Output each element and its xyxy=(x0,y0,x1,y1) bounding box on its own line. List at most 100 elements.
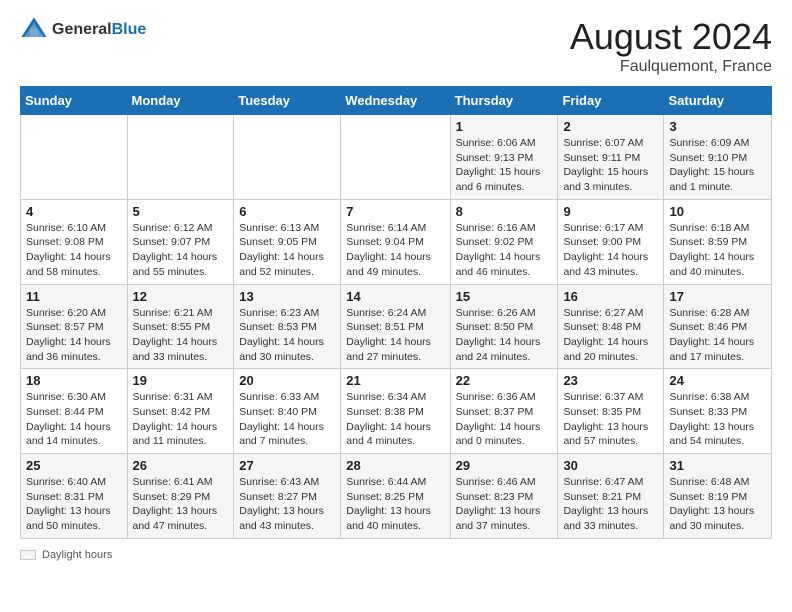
calendar-header-tuesday: Tuesday xyxy=(234,87,341,115)
day-info: Sunrise: 6:28 AM Sunset: 8:46 PM Dayligh… xyxy=(669,306,766,365)
calendar-cell: 4 Sunrise: 6:10 AM Sunset: 9:08 PM Daylig… xyxy=(21,199,128,284)
calendar-header-saturday: Saturday xyxy=(664,87,772,115)
calendar-cell: 7Sunrise: 6:14 AM Sunset: 9:04 PM Daylig… xyxy=(341,199,450,284)
day-number: 12 xyxy=(133,289,229,304)
day-number: 9 xyxy=(563,204,658,219)
logo: GeneralBlue xyxy=(20,16,146,44)
day-number: 25 xyxy=(26,458,122,473)
day-info: Sunrise: 6:12 AM Sunset: 9:07 PM Dayligh… xyxy=(133,221,229,280)
month-year: August 2024 xyxy=(570,16,772,58)
day-info: Sunrise: 6:41 AM Sunset: 8:29 PM Dayligh… xyxy=(133,475,229,534)
day-number: 3 xyxy=(669,119,766,134)
page-header: GeneralBlue August 2024 Faulquemont, Fra… xyxy=(20,16,772,76)
day-info: Sunrise: 6:31 AM Sunset: 8:42 PM Dayligh… xyxy=(133,390,229,449)
day-number: 6 xyxy=(239,204,335,219)
day-number: 22 xyxy=(456,373,553,388)
calendar-cell: 20 Sunrise: 6:33 AM Sunset: 8:40 PM Dayli… xyxy=(234,369,341,454)
calendar-cell: 31 Sunrise: 6:48 AM Sunset: 8:19 PM Dayli… xyxy=(664,454,772,539)
day-number: 23 xyxy=(563,373,658,388)
calendar-header-monday: Monday xyxy=(127,87,234,115)
calendar-cell: 18 Sunrise: 6:30 AM Sunset: 8:44 PM Dayli… xyxy=(21,369,128,454)
day-info: Sunrise: 6:48 AM Sunset: 8:19 PM Dayligh… xyxy=(669,475,766,534)
day-number: 16 xyxy=(563,289,658,304)
calendar-week-row: 18 Sunrise: 6:30 AM Sunset: 8:44 PM Dayli… xyxy=(21,369,772,454)
day-info: Sunrise: 6:36 AM Sunset: 8:37 PM Dayligh… xyxy=(456,390,553,449)
day-info: Sunrise: 6:17 AM Sunset: 9:00 PM Dayligh… xyxy=(563,221,658,280)
calendar-week-row: 1Sunrise: 6:06 AM Sunset: 9:13 PM Daylig… xyxy=(21,115,772,200)
calendar-cell: 14 Sunrise: 6:24 AM Sunset: 8:51 PM Dayli… xyxy=(341,284,450,369)
calendar-cell: 8 Sunrise: 6:16 AM Sunset: 9:02 PM Daylig… xyxy=(450,199,558,284)
day-info: Sunrise: 6:07 AM Sunset: 9:11 PM Dayligh… xyxy=(563,136,658,195)
day-info: Sunrise: 6:24 AM Sunset: 8:51 PM Dayligh… xyxy=(346,306,444,365)
logo-icon xyxy=(20,16,48,44)
day-number: 7 xyxy=(346,204,444,219)
day-info: Sunrise: 6:30 AM Sunset: 8:44 PM Dayligh… xyxy=(26,390,122,449)
calendar-cell: 25 Sunrise: 6:40 AM Sunset: 8:31 PM Dayli… xyxy=(21,454,128,539)
calendar-cell: 22 Sunrise: 6:36 AM Sunset: 8:37 PM Dayli… xyxy=(450,369,558,454)
day-info: Sunrise: 6:46 AM Sunset: 8:23 PM Dayligh… xyxy=(456,475,553,534)
day-info: Sunrise: 6:10 AM Sunset: 9:08 PM Dayligh… xyxy=(26,221,122,280)
calendar-cell: 5Sunrise: 6:12 AM Sunset: 9:07 PM Daylig… xyxy=(127,199,234,284)
day-info: Sunrise: 6:16 AM Sunset: 9:02 PM Dayligh… xyxy=(456,221,553,280)
calendar-week-row: 11Sunrise: 6:20 AM Sunset: 8:57 PM Dayli… xyxy=(21,284,772,369)
calendar-cell: 17 Sunrise: 6:28 AM Sunset: 8:46 PM Dayli… xyxy=(664,284,772,369)
day-number: 17 xyxy=(669,289,766,304)
calendar-cell: 15 Sunrise: 6:26 AM Sunset: 8:50 PM Dayli… xyxy=(450,284,558,369)
calendar-header-thursday: Thursday xyxy=(450,87,558,115)
day-info: Sunrise: 6:18 AM Sunset: 8:59 PM Dayligh… xyxy=(669,221,766,280)
day-info: Sunrise: 6:09 AM Sunset: 9:10 PM Dayligh… xyxy=(669,136,766,195)
day-number: 8 xyxy=(456,204,553,219)
calendar-cell: 28 Sunrise: 6:44 AM Sunset: 8:25 PM Dayli… xyxy=(341,454,450,539)
day-number: 24 xyxy=(669,373,766,388)
day-number: 29 xyxy=(456,458,553,473)
day-info: Sunrise: 6:37 AM Sunset: 8:35 PM Dayligh… xyxy=(563,390,658,449)
day-info: Sunrise: 6:40 AM Sunset: 8:31 PM Dayligh… xyxy=(26,475,122,534)
calendar-cell: 10Sunrise: 6:18 AM Sunset: 8:59 PM Dayli… xyxy=(664,199,772,284)
calendar-week-row: 4 Sunrise: 6:10 AM Sunset: 9:08 PM Daylig… xyxy=(21,199,772,284)
daylight-label: Daylight hours xyxy=(42,549,112,561)
calendar-header-friday: Friday xyxy=(558,87,664,115)
title-block: August 2024 Faulquemont, France xyxy=(570,16,772,76)
day-number: 31 xyxy=(669,458,766,473)
day-info: Sunrise: 6:33 AM Sunset: 8:40 PM Dayligh… xyxy=(239,390,335,449)
calendar-cell xyxy=(234,115,341,200)
calendar-cell xyxy=(341,115,450,200)
day-number: 13 xyxy=(239,289,335,304)
location: Faulquemont, France xyxy=(570,58,772,76)
day-number: 30 xyxy=(563,458,658,473)
day-number: 28 xyxy=(346,458,444,473)
day-number: 18 xyxy=(26,373,122,388)
calendar-cell: 29 Sunrise: 6:46 AM Sunset: 8:23 PM Dayli… xyxy=(450,454,558,539)
day-number: 2 xyxy=(563,119,658,134)
calendar-cell: 30Sunrise: 6:47 AM Sunset: 8:21 PM Dayli… xyxy=(558,454,664,539)
day-info: Sunrise: 6:27 AM Sunset: 8:48 PM Dayligh… xyxy=(563,306,658,365)
calendar-cell: 19Sunrise: 6:31 AM Sunset: 8:42 PM Dayli… xyxy=(127,369,234,454)
calendar-cell: 2 Sunrise: 6:07 AM Sunset: 9:11 PM Daylig… xyxy=(558,115,664,200)
day-number: 1 xyxy=(456,119,553,134)
calendar-cell: 9 Sunrise: 6:17 AM Sunset: 9:00 PM Daylig… xyxy=(558,199,664,284)
calendar-cell: 21Sunrise: 6:34 AM Sunset: 8:38 PM Dayli… xyxy=(341,369,450,454)
day-number: 14 xyxy=(346,289,444,304)
calendar-cell: 16 Sunrise: 6:27 AM Sunset: 8:48 PM Dayli… xyxy=(558,284,664,369)
footer: Daylight hours xyxy=(20,549,772,561)
day-number: 27 xyxy=(239,458,335,473)
calendar-cell: 26 Sunrise: 6:41 AM Sunset: 8:29 PM Dayli… xyxy=(127,454,234,539)
day-info: Sunrise: 6:38 AM Sunset: 8:33 PM Dayligh… xyxy=(669,390,766,449)
day-number: 20 xyxy=(239,373,335,388)
calendar-cell: 11Sunrise: 6:20 AM Sunset: 8:57 PM Dayli… xyxy=(21,284,128,369)
day-info: Sunrise: 6:21 AM Sunset: 8:55 PM Dayligh… xyxy=(133,306,229,365)
logo-general: General xyxy=(52,21,112,38)
day-info: Sunrise: 6:26 AM Sunset: 8:50 PM Dayligh… xyxy=(456,306,553,365)
calendar-header-wednesday: Wednesday xyxy=(341,87,450,115)
calendar-week-row: 25 Sunrise: 6:40 AM Sunset: 8:31 PM Dayli… xyxy=(21,454,772,539)
day-number: 4 xyxy=(26,204,122,219)
calendar-cell xyxy=(127,115,234,200)
calendar-cell xyxy=(21,115,128,200)
logo-blue: Blue xyxy=(112,21,147,38)
day-number: 26 xyxy=(133,458,229,473)
day-info: Sunrise: 6:44 AM Sunset: 8:25 PM Dayligh… xyxy=(346,475,444,534)
calendar-cell: 1Sunrise: 6:06 AM Sunset: 9:13 PM Daylig… xyxy=(450,115,558,200)
calendar-cell: 12 Sunrise: 6:21 AM Sunset: 8:55 PM Dayli… xyxy=(127,284,234,369)
day-number: 15 xyxy=(456,289,553,304)
calendar-cell: 6Sunrise: 6:13 AM Sunset: 9:05 PM Daylig… xyxy=(234,199,341,284)
